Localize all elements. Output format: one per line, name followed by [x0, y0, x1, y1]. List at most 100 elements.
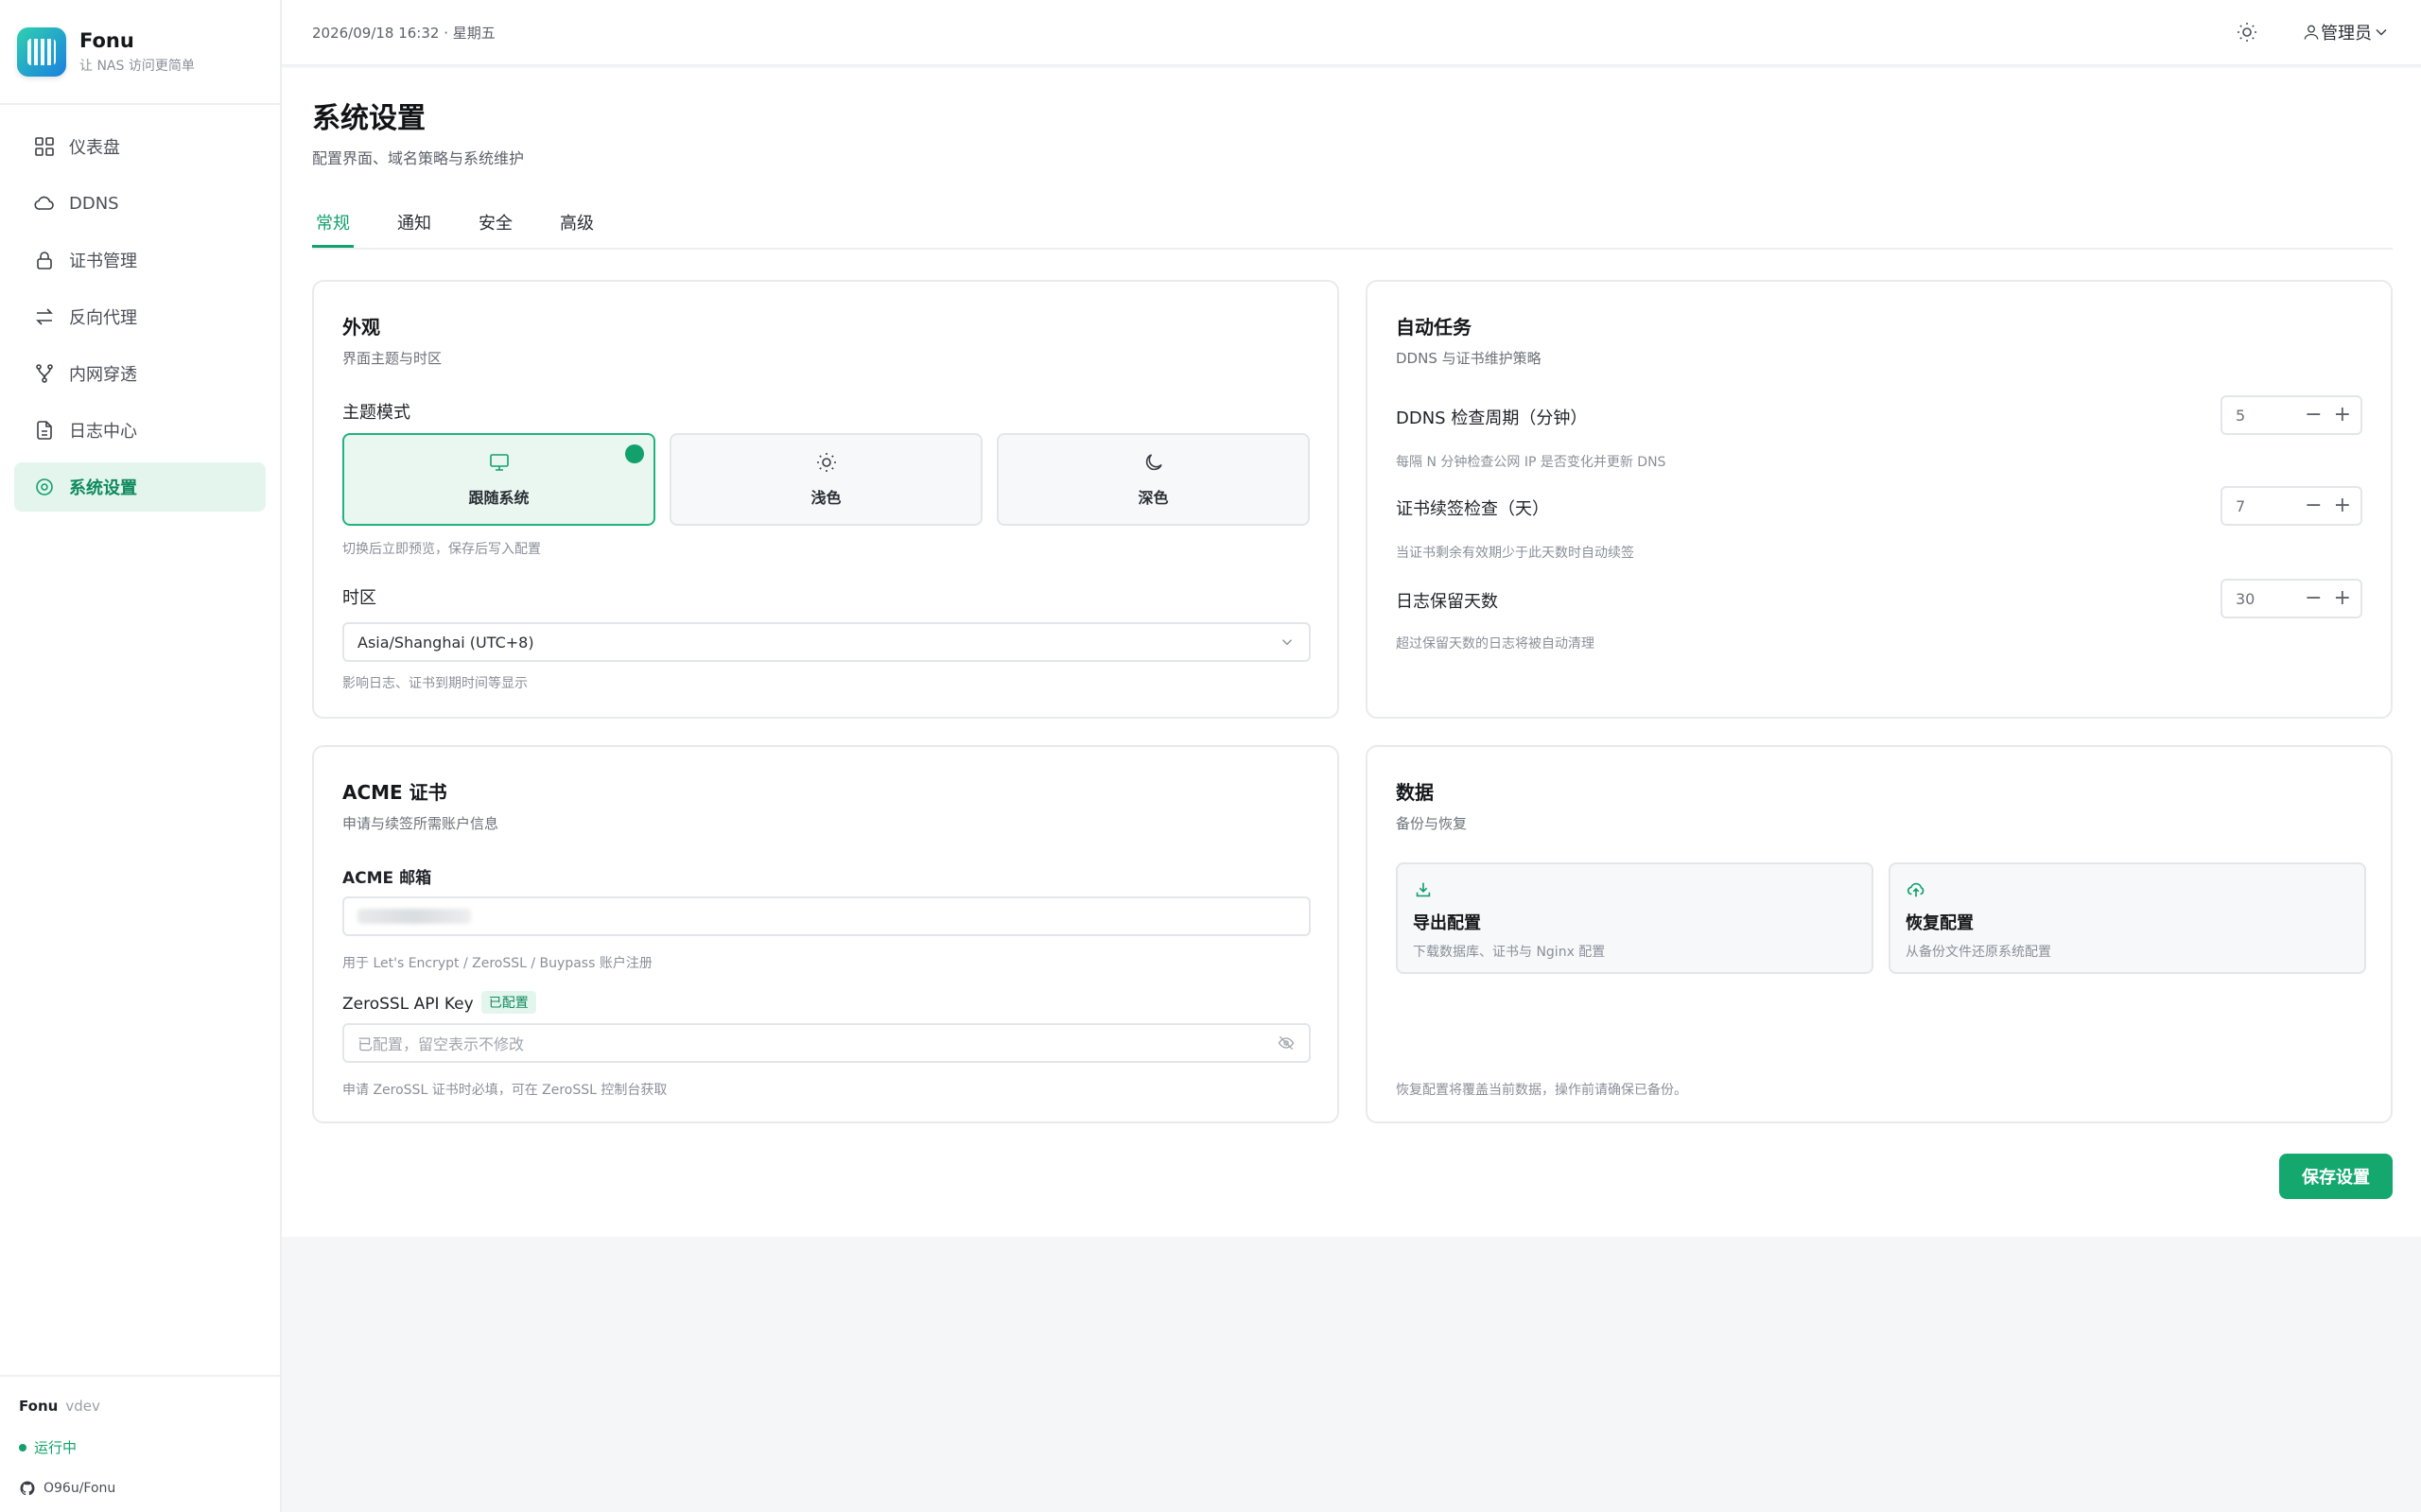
- sidebar-item-label: 仪表盘: [69, 138, 120, 158]
- gear-icon: [36, 478, 53, 495]
- brand-name: Fonu: [79, 28, 134, 52]
- eye-off-icon[interactable]: [1277, 1034, 1296, 1052]
- log-retention-help: 超过保留天数的日志将被自动清理: [1396, 636, 1594, 652]
- cert-renew-label: 证书续签检查（天）: [1396, 499, 1549, 519]
- zerossl-key-input[interactable]: 已配置，留空表示不修改: [342, 1023, 1311, 1063]
- minus-icon[interactable]: −: [2305, 588, 2322, 609]
- sidebar-item-label: DDNS: [69, 193, 119, 214]
- card-title: 数据: [1396, 781, 1434, 804]
- data-card: 数据 备份与恢复 导出配置 下载数据库、证书与 Nginx 配置 恢复配置 从备…: [1366, 745, 2393, 1123]
- main-content: 系统设置 配置界面、域名策略与系统维护 常规 通知 安全 高级 外观 界面主题与…: [282, 68, 2421, 1237]
- status-dot-icon: [19, 1443, 26, 1451]
- sidebar-item-settings[interactable]: 系统设置: [14, 462, 266, 512]
- sidebar: Fonu 让 NAS 访问更简单 仪表盘 DDNS 证书管理 反向代理 内网穿透…: [0, 0, 282, 1512]
- github-repo-link[interactable]: O96u/Fonu: [19, 1480, 261, 1497]
- card-subtitle: 申请与续签所需账户信息: [342, 815, 499, 832]
- sidebar-item-certificates[interactable]: 证书管理: [14, 235, 266, 285]
- check-icon: [625, 444, 644, 463]
- sidebar-item-tunnel[interactable]: 内网穿透: [14, 349, 266, 398]
- theme-option-light[interactable]: 浅色: [670, 433, 983, 526]
- restore-desc: 从备份文件还原系统配置: [1906, 945, 2051, 960]
- sidebar-nav: 仪表盘 DDNS 证书管理 反向代理 内网穿透 日志中心 系统设置: [0, 105, 280, 536]
- save-settings-button[interactable]: 保存设置: [2279, 1154, 2393, 1199]
- acme-email-label: ACME 邮箱: [342, 869, 432, 888]
- sidebar-item-ddns[interactable]: DDNS: [14, 179, 266, 228]
- user-icon: [2304, 25, 2319, 40]
- export-config-button[interactable]: 导出配置 下载数据库、证书与 Nginx 配置: [1396, 862, 1873, 974]
- sidebar-item-label: 日志中心: [69, 422, 137, 442]
- acme-card: ACME 证书 申请与续签所需账户信息 ACME 邮箱 用于 Let's Enc…: [312, 745, 1339, 1123]
- zerossl-key-help: 申请 ZeroSSL 证书时必填，可在 ZeroSSL 控制台获取: [342, 1083, 668, 1098]
- log-retention-stepper[interactable]: 30 − +: [2221, 579, 2362, 618]
- swap-icon: [36, 308, 53, 325]
- brand[interactable]: Fonu 让 NAS 访问更简单: [0, 0, 280, 105]
- sidebar-footer: Fonu vdev 运行中 O96u/Fonu: [0, 1375, 280, 1512]
- minus-icon[interactable]: −: [2305, 495, 2322, 516]
- status-indicator: 运行中: [19, 1437, 261, 1457]
- card-subtitle: DDNS 与证书维护策略: [1396, 350, 1541, 367]
- monitor-icon: [489, 454, 509, 471]
- stepper-value: 5: [2236, 406, 2246, 425]
- footer-app-name: Fonu: [19, 1398, 59, 1415]
- footer-version: vdev: [65, 1398, 100, 1415]
- theme-option-label: 深色: [1138, 489, 1169, 507]
- restore-warning: 恢复配置将覆盖当前数据，操作前请确保已备份。: [1396, 1083, 1687, 1098]
- user-name: 管理员: [2321, 24, 2372, 43]
- sidebar-item-logs[interactable]: 日志中心: [14, 406, 266, 455]
- sidebar-item-reverse-proxy[interactable]: 反向代理: [14, 292, 266, 341]
- grid-icon: [35, 137, 54, 156]
- branch-icon: [36, 364, 53, 383]
- redacted-email: [357, 909, 471, 924]
- tab-advanced[interactable]: 高级: [556, 206, 598, 248]
- restore-config-button[interactable]: 恢复配置 从备份文件还原系统配置: [1889, 862, 2366, 974]
- card-subtitle: 备份与恢复: [1396, 815, 1468, 832]
- card-subtitle: 界面主题与时区: [342, 350, 443, 367]
- ddns-interval-stepper[interactable]: 5 − +: [2221, 395, 2362, 435]
- page-title: 系统设置: [312, 102, 426, 135]
- minus-icon[interactable]: −: [2305, 405, 2322, 426]
- card-title: ACME 证书: [342, 781, 447, 804]
- card-title: 自动任务: [1396, 316, 1472, 339]
- appearance-card: 外观 界面主题与时区 主题模式 跟随系统 浅色 深色 切换后立即预览，保存后写入…: [312, 280, 1339, 719]
- status-badge: 已配置: [480, 991, 536, 1014]
- cert-renew-stepper[interactable]: 7 − +: [2221, 486, 2362, 526]
- stepper-value: 7: [2236, 496, 2246, 515]
- cert-renew-help: 当证书剩余有效期少于此天数时自动续签: [1396, 546, 1634, 561]
- timezone-select[interactable]: Asia/Shanghai (UTC+8): [342, 622, 1311, 662]
- app-version: Fonu vdev: [19, 1398, 261, 1415]
- theme-label: 主题模式: [342, 403, 410, 423]
- tab-security[interactable]: 安全: [475, 206, 516, 248]
- acme-email-input[interactable]: [342, 896, 1311, 936]
- repo-name: O96u/Fonu: [44, 1481, 116, 1496]
- theme-toggle-sun-icon[interactable]: [2236, 21, 2258, 43]
- sidebar-item-dashboard[interactable]: 仪表盘: [14, 122, 266, 171]
- theme-option-system[interactable]: 跟随系统: [342, 433, 655, 526]
- brand-tagline: 让 NAS 访问更简单: [79, 58, 195, 74]
- export-desc: 下载数据库、证书与 Nginx 配置: [1413, 945, 1606, 960]
- theme-option-label: 跟随系统: [468, 489, 530, 507]
- page-subtitle: 配置界面、域名策略与系统维护: [312, 149, 525, 167]
- cloud-upload-icon: [1907, 882, 1925, 897]
- timezone-label: 时区: [342, 588, 376, 608]
- sun-icon: [816, 453, 836, 472]
- status-text: 运行中: [34, 1439, 78, 1456]
- card-title: 外观: [342, 316, 380, 339]
- github-icon: [20, 1481, 35, 1496]
- plus-icon[interactable]: +: [2334, 588, 2351, 609]
- tab-general[interactable]: 常规: [312, 206, 354, 248]
- user-menu[interactable]: 管理员: [2302, 20, 2391, 44]
- plus-icon[interactable]: +: [2334, 495, 2351, 516]
- settings-tabs: 常规 通知 安全 高级: [312, 206, 2393, 250]
- topbar: 2026/09/18 16:32 · 星期五 管理员: [282, 0, 2421, 66]
- theme-option-dark[interactable]: 深色: [997, 433, 1310, 526]
- export-title: 导出配置: [1413, 913, 1481, 933]
- stepper-value: 30: [2236, 589, 2256, 608]
- plus-icon[interactable]: +: [2334, 405, 2351, 426]
- tab-notifications[interactable]: 通知: [393, 206, 435, 248]
- theme-option-label: 浅色: [810, 489, 842, 507]
- zerossl-key-label-text: ZeroSSL API Key: [342, 995, 474, 1014]
- acme-email-help: 用于 Let's Encrypt / ZeroSSL / Buypass 账户注…: [342, 956, 653, 971]
- download-icon: [1416, 882, 1431, 897]
- ddns-interval-help: 每隔 N 分钟检查公网 IP 是否变化并更新 DNS: [1396, 455, 1666, 470]
- zerossl-key-placeholder: 已配置，留空表示不修改: [357, 1035, 525, 1053]
